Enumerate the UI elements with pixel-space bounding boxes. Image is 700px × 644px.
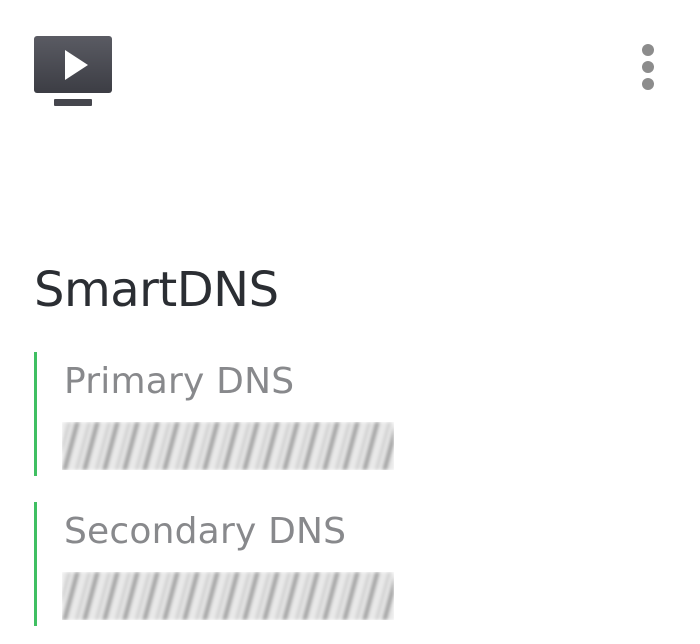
secondary-dns-value-redacted <box>62 572 394 620</box>
secondary-dns-label: Secondary DNS <box>64 511 347 552</box>
primary-dns-value-redacted <box>62 422 394 470</box>
more-vertical-icon <box>642 44 654 56</box>
secondary-dns-section: Secondary DNS <box>34 502 434 626</box>
more-options-button[interactable] <box>630 38 666 96</box>
primary-dns-section: Primary DNS <box>34 352 434 476</box>
more-vertical-icon-dot <box>642 61 654 73</box>
more-vertical-icon-dot <box>642 78 654 90</box>
primary-dns-label: Primary DNS <box>64 361 295 402</box>
tv-play-icon <box>34 36 112 106</box>
page-title: SmartDNS <box>34 262 279 318</box>
